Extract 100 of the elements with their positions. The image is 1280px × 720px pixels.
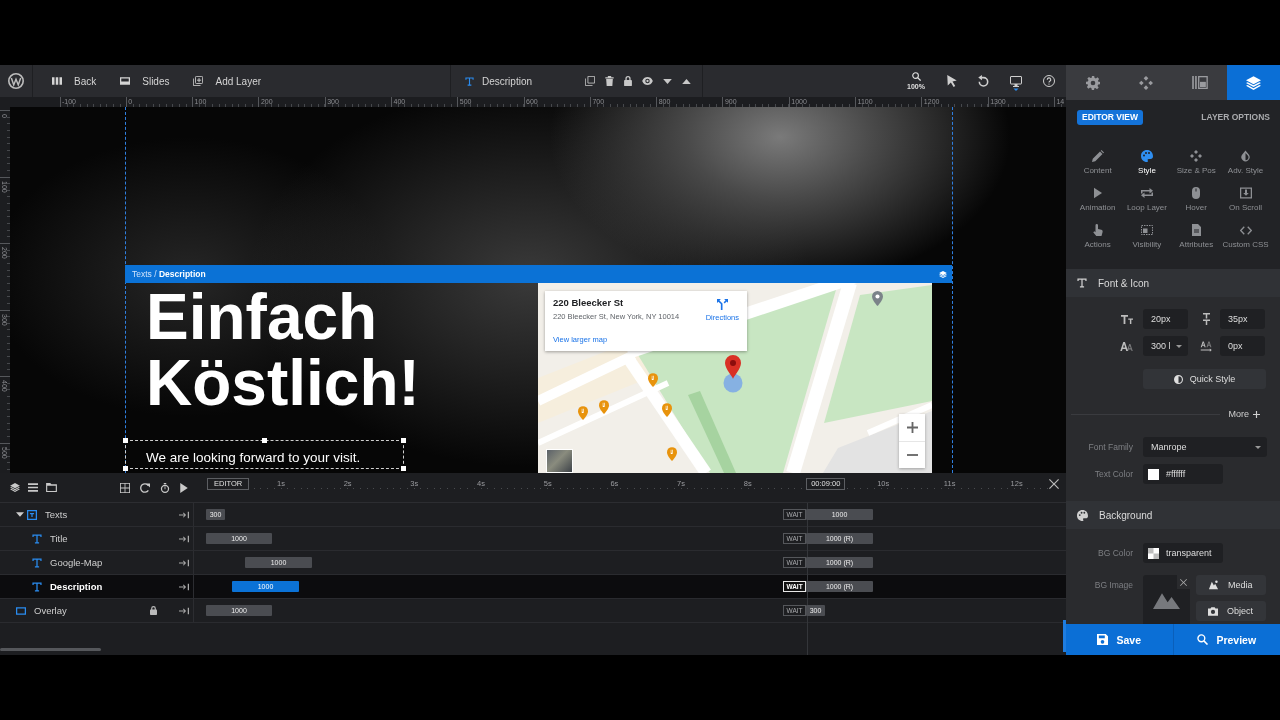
scrollbar[interactable]: [1063, 620, 1066, 652]
category-tab[interactable]: Custom CSS: [1220, 223, 1271, 260]
undo-icon[interactable]: [978, 75, 989, 87]
panel-heading: LAYER OPTIONS: [1201, 112, 1270, 122]
caret-down-icon[interactable]: [16, 512, 24, 517]
category-tab[interactable]: Attributes: [1171, 223, 1221, 260]
line-height-icon: [1202, 313, 1210, 325]
scrollbar[interactable]: [0, 648, 101, 651]
preview-button[interactable]: Preview: [1172, 624, 1280, 655]
trash-icon[interactable]: [605, 76, 614, 86]
letter-spacing-field[interactable]: 0px: [1220, 336, 1265, 356]
layers-icon[interactable]: [939, 270, 947, 278]
caret-down-icon: [1176, 344, 1182, 348]
zoom-icon: [911, 72, 921, 81]
toolbar-button[interactable]: Back: [52, 75, 97, 87]
object-button[interactable]: Object: [1196, 601, 1266, 621]
resize-handle[interactable]: [401, 438, 406, 443]
panel-tab[interactable]: [1173, 65, 1227, 100]
category-tab[interactable]: Size & Pos: [1171, 149, 1221, 186]
category-tab[interactable]: Visibility: [1122, 223, 1172, 260]
map-pin-icon[interactable]: [872, 291, 883, 306]
toolbar-button[interactable]: Add Layer: [193, 75, 262, 87]
camera-icon: [1208, 606, 1218, 616]
category-tab[interactable]: Animation: [1073, 186, 1123, 223]
zoom-in-button[interactable]: [899, 414, 925, 441]
resize-handle[interactable]: [262, 438, 267, 443]
quick-style-button[interactable]: Quick Style: [1143, 369, 1266, 389]
map-marker-icon[interactable]: [723, 355, 743, 393]
search-icon: [1197, 634, 1209, 645]
lock-icon[interactable]: [624, 76, 632, 86]
save-icon: [1097, 634, 1109, 645]
layers-icon[interactable]: [10, 483, 20, 492]
logo-icon[interactable]: [8, 73, 24, 89]
editor-view-button[interactable]: EDITOR VIEW: [1077, 109, 1144, 125]
field-label: BG Image: [1093, 580, 1133, 590]
caret-down-icon[interactable]: [663, 78, 672, 84]
pencil-icon: [1091, 150, 1104, 162]
panel-tab[interactable]: [1226, 65, 1280, 100]
category-tab[interactable]: Adv. Style: [1220, 149, 1271, 186]
resize-handle[interactable]: [123, 466, 128, 471]
text-layer-icon: [32, 533, 42, 544]
resize-handle[interactable]: [401, 466, 406, 471]
save-button[interactable]: Save: [1066, 624, 1173, 655]
font-weight-dropdown[interactable]: 300 l: [1143, 336, 1188, 356]
lock-icon[interactable]: [150, 606, 157, 615]
font-size-field[interactable]: 20px: [1143, 309, 1188, 329]
swatch-icon[interactable]: [1148, 468, 1159, 480]
folder-icon[interactable]: [46, 483, 57, 492]
eye-icon[interactable]: [642, 77, 653, 85]
layer-name: Title: [50, 533, 69, 544]
list-icon[interactable]: [28, 483, 38, 492]
close-icon[interactable]: [1049, 479, 1059, 489]
category-tab[interactable]: Hover: [1171, 186, 1221, 223]
map-thumbnail[interactable]: [546, 449, 573, 473]
refresh-icon[interactable]: [140, 482, 150, 493]
category-tab[interactable]: Actions: [1073, 223, 1123, 260]
monitor-icon[interactable]: [1010, 76, 1022, 91]
stopwatch-icon[interactable]: [160, 482, 170, 493]
section-title: Background: [1099, 509, 1153, 521]
text-layer-icon: [32, 581, 42, 592]
panel-tab[interactable]: [1066, 65, 1120, 100]
code-icon: [1239, 225, 1252, 235]
selected-layer-name: Description: [482, 75, 533, 87]
bg-color-field[interactable]: transparent: [1143, 543, 1223, 563]
resize-handle[interactable]: [123, 438, 128, 443]
category-tab[interactable]: On Scroll: [1220, 186, 1271, 223]
image-slot[interactable]: [1143, 575, 1190, 624]
columns-icon: [52, 77, 62, 85]
slide-title: Einfach Köstlich!: [146, 284, 421, 416]
font-family-dropdown[interactable]: Manrope: [1143, 437, 1267, 457]
category-tab[interactable]: Content: [1073, 149, 1123, 186]
caret-up-icon[interactable]: [682, 78, 691, 84]
plus-icon: [906, 422, 918, 433]
media-button[interactable]: Media: [1196, 575, 1266, 595]
palette-icon: [1140, 150, 1153, 162]
zoom-out-button[interactable]: [899, 441, 925, 468]
layer-path: Texts / Description: [132, 269, 206, 279]
palette-icon: [1077, 509, 1088, 521]
category-tab[interactable]: Loop Layer: [1122, 186, 1172, 223]
toolbar-button[interactable]: Slides: [120, 75, 170, 87]
category-tab[interactable]: Style: [1122, 149, 1172, 186]
transparent-swatch-icon[interactable]: [1148, 547, 1159, 559]
text-layer-icon: [465, 76, 474, 86]
contrast-icon: [1240, 150, 1252, 162]
more-button[interactable]: More: [1228, 409, 1260, 419]
text-color-field[interactable]: #ffffff: [1143, 464, 1223, 484]
slide-description: We are looking forward to your visit.: [146, 449, 361, 467]
text-group-icon: [27, 509, 37, 520]
scroll-box-icon: [1239, 187, 1252, 199]
contrast-icon: [1173, 374, 1183, 384]
slide-list-icon: [1191, 76, 1208, 89]
help-icon[interactable]: [1043, 75, 1055, 87]
cursor-icon[interactable]: [947, 75, 957, 87]
shapes-icon: [1208, 580, 1219, 590]
layer-name: Overlay: [34, 605, 68, 616]
table-icon[interactable]: [120, 482, 130, 493]
line-height-field[interactable]: 35px: [1220, 309, 1265, 329]
copy-icon[interactable]: [585, 76, 595, 86]
place-name: 220 Bleecker St: [553, 297, 624, 308]
play-icon[interactable]: [180, 482, 188, 493]
